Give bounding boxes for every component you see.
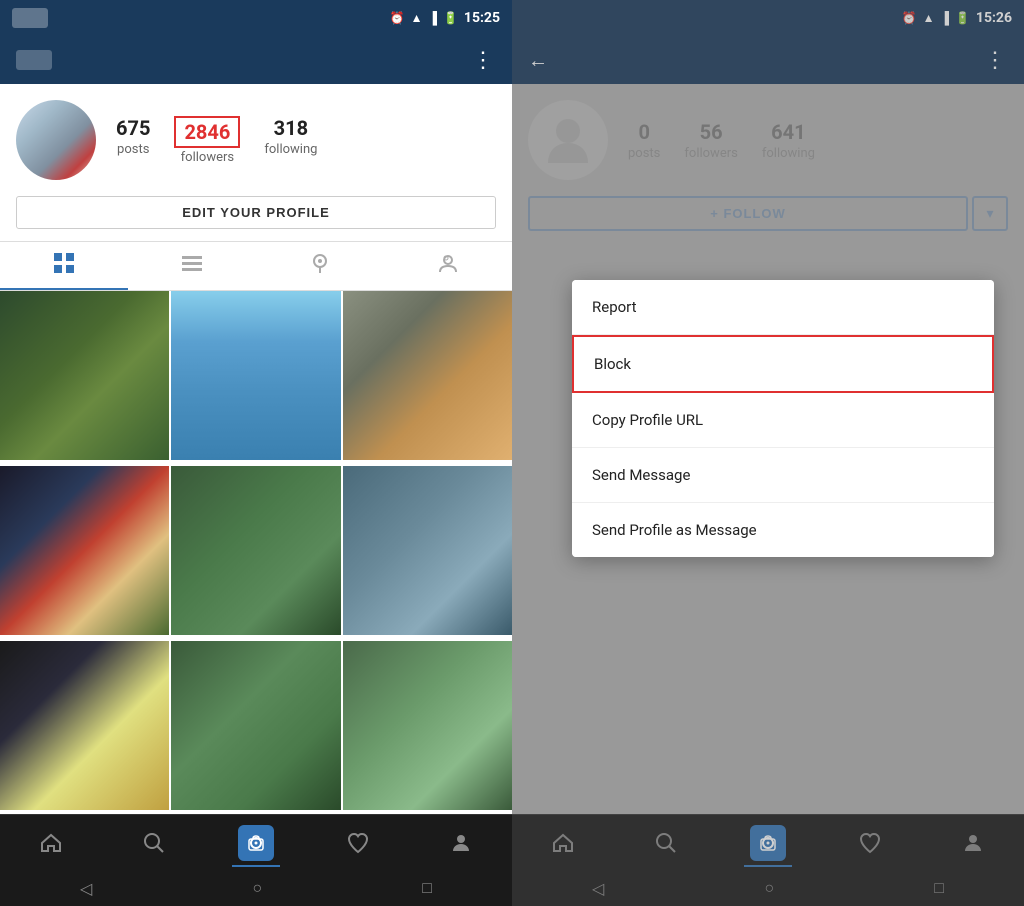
left-avatar [16,100,96,180]
left-time: 15:25 [464,10,500,26]
left-tab-grid[interactable] [0,242,128,290]
edit-profile-button[interactable]: EDIT YOUR PROFILE [16,196,496,229]
camera-box [238,825,274,861]
left-top-nav: ⋮ [0,36,512,84]
left-system-nav: ◁ ○ □ [0,870,512,906]
left-nav-title-placeholder [16,50,52,70]
left-back-nav[interactable]: ◁ [80,879,92,898]
photo-7[interactable] [0,641,169,810]
right-panel: ⏰ ▲ ▐ 🔋 15:26 ← ⋮ 0 posts [512,0,1024,906]
menu-item-send-message[interactable]: Send Message [572,448,994,503]
left-posts-count: 675 [116,116,150,140]
left-nav-camera[interactable] [232,819,280,867]
left-posts-label: posts [117,142,149,157]
photo-3[interactable] [343,291,512,460]
left-panel: ⏰ ▲ ▐ 🔋 15:25 ⋮ 675 posts 2846 followers… [0,0,512,906]
left-menu-button[interactable]: ⋮ [472,48,496,73]
left-photo-grid [0,291,512,814]
left-stat-posts: 675 posts [116,116,150,165]
block-label: Block [594,355,631,373]
left-home-nav[interactable]: ○ [252,878,262,898]
left-profile-section: 675 posts 2846 followers 318 following [0,84,512,196]
grid-icon [53,252,75,279]
photo-1[interactable] [0,291,169,460]
send-profile-label: Send Profile as Message [592,521,757,539]
menu-item-report[interactable]: Report [572,280,994,335]
left-avatar-image [16,100,96,180]
context-menu: Report Block Copy Profile URL Send Messa… [572,280,994,557]
left-status-left [12,8,48,28]
wifi-icon: ▲ [411,11,423,25]
report-label: Report [592,298,637,316]
send-message-label: Send Message [592,466,690,484]
left-following-count: 318 [274,116,308,140]
left-nav-profile[interactable] [437,819,485,867]
context-menu-overlay[interactable]: Report Block Copy Profile URL Send Messa… [512,0,1024,906]
menu-item-send-profile[interactable]: Send Profile as Message [572,503,994,557]
left-nav-search[interactable] [130,819,178,867]
photo-5[interactable] [171,466,340,635]
left-recents-nav[interactable]: □ [422,878,432,898]
list-icon [181,252,203,279]
left-nav-home[interactable] [27,819,75,867]
photo-2[interactable] [171,291,340,460]
photo-4[interactable] [0,466,169,635]
camera-active-indicator [232,865,280,867]
left-tab-tagged[interactable] [384,242,512,290]
left-following-label: following [264,142,317,157]
signal-icon: ▐ [428,11,437,25]
photo-6[interactable] [343,466,512,635]
left-nav-heart[interactable] [334,819,382,867]
menu-item-copy-url[interactable]: Copy Profile URL [572,393,994,448]
left-tab-list[interactable] [128,242,256,290]
alarm-icon: ⏰ [390,11,405,25]
left-tab-location[interactable] [256,242,384,290]
left-status-bar: ⏰ ▲ ▐ 🔋 15:25 [0,0,512,36]
copy-url-label: Copy Profile URL [592,411,703,429]
photo-8[interactable] [171,641,340,810]
left-bottom-nav [0,814,512,870]
tagged-icon [437,252,459,279]
left-stat-followers: 2846 followers [174,116,240,165]
left-profile-stats: 675 posts 2846 followers 318 following [116,116,496,165]
left-status-right: ⏰ ▲ ▐ 🔋 15:25 [390,10,500,26]
left-followers-label: followers [181,150,234,165]
location-icon [309,252,331,279]
left-tab-bar [0,241,512,291]
left-followers-count[interactable]: 2846 [174,116,240,148]
battery-icon: 🔋 [443,11,458,25]
left-stat-following: 318 following [264,116,317,165]
left-edit-container: EDIT YOUR PROFILE [0,196,512,241]
left-app-icon [12,8,48,28]
photo-9[interactable] [343,641,512,810]
menu-item-block[interactable]: Block [572,335,994,393]
